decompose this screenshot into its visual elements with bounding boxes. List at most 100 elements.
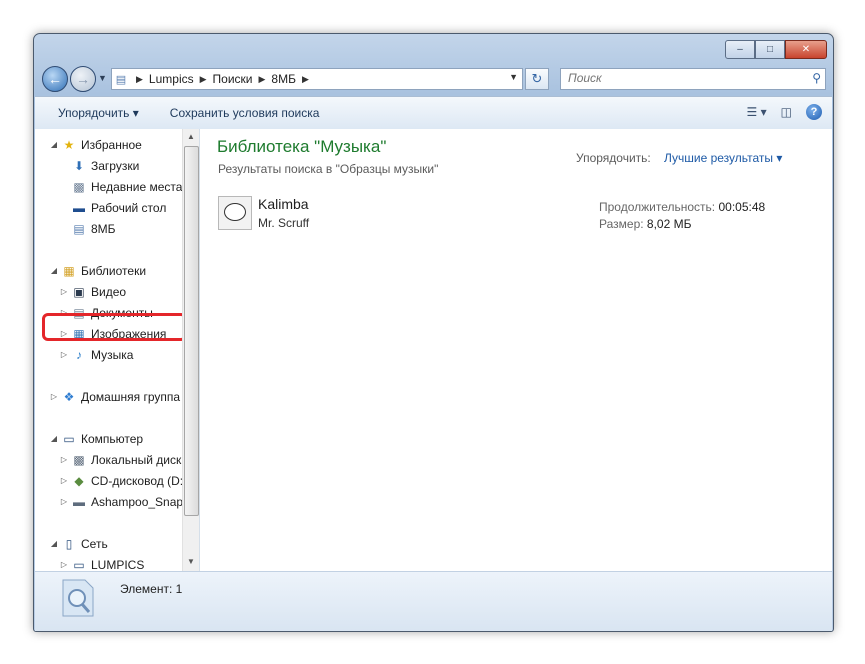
sidebar-item-8mb[interactable]: ▤ 8МБ [59,218,199,239]
sidebar-label: Библиотеки [81,263,147,278]
sidebar-label: LUMPICS [91,557,145,572]
maximize-button[interactable]: □ [755,40,785,59]
desktop-icon: ▬ [73,200,85,215]
expand-arrow-icon[interactable]: ▷ [59,497,69,506]
sidebar-item-recent[interactable]: ▩ Недавние места [59,176,199,197]
breadcrumb-separator-icon[interactable]: ▶ [302,74,309,85]
sidebar-item-homegroup[interactable]: ▷ ❖ Домашняя группа [49,386,197,407]
network-drive-icon: ▬ [73,494,85,509]
preview-pane-icon[interactable]: ◫ [781,105,792,119]
size-label: Размер: [599,217,644,231]
size-row: Размер: 8,02 МБ [599,217,691,231]
sidebar-label: Избранное [81,137,142,152]
address-history-dropdown-icon[interactable]: ▼ [509,72,518,82]
sidebar-label: Музыка [91,347,134,362]
sidebar-item-music[interactable]: ▷ ♪ Музыка [59,344,199,365]
breadcrumb-8mb[interactable]: 8МБ [271,72,296,86]
sidebar-label: CD-дисковод (D: [91,473,184,488]
collapse-arrow-icon[interactable]: ◢ [49,266,59,275]
sidebar-item-cd-drive[interactable]: ▷ ◆ CD-дисковод (D: [59,470,199,491]
chevron-down-icon: ▾ [776,151,783,165]
recent-pages-dropdown[interactable]: ▼ [98,73,107,83]
close-button[interactable]: ✕ [785,40,827,59]
sidebar-item-favorites[interactable]: ◢ ★ Избранное [49,134,197,155]
collapse-arrow-icon[interactable]: ◢ [49,434,59,443]
network-icon: ▯ [65,536,73,551]
scroll-up-icon[interactable]: ▲ [187,132,195,141]
sidebar-item-libraries[interactable]: ◢ ▦ Библиотеки [49,260,197,281]
change-view-icon[interactable]: ☰ ▾ [747,105,767,119]
collapse-arrow-icon[interactable]: ◢ [49,539,59,548]
breadcrumb-searches[interactable]: Поиски [213,72,253,86]
navigation-scrollbar[interactable]: ▲ ▼ [182,129,199,571]
breadcrumb-separator-icon[interactable]: ▶ [259,74,266,85]
expand-arrow-icon[interactable]: ▷ [59,287,69,296]
content-pane: Библиотека "Музыка" Результаты поиска в … [200,129,832,571]
sidebar-label: Загрузки [91,158,140,173]
recent-places-icon: ▩ [73,179,85,194]
organize-button[interactable]: Упорядочить ▾ [35,106,154,120]
address-bar[interactable]: ▤ ▶ Lumpics ▶ Поиски ▶ 8МБ ▶ ▼ [111,68,523,90]
music-note-icon: ♪ [76,347,82,362]
library-title: Библиотека "Музыка" [217,137,387,156]
help-icon[interactable]: ? [806,104,822,120]
size-value: 8,02 МБ [646,217,692,231]
homegroup-icon: ❖ [63,389,75,404]
breadcrumb-separator-icon[interactable]: ▶ [136,74,143,85]
saved-search-icon: ▤ [73,221,85,236]
save-search-button[interactable]: Сохранить условия поиска [154,106,335,120]
sidebar-item-video[interactable]: ▷ ▣ Видео [59,281,199,302]
saved-search-icon: ▤ [115,73,127,86]
sidebar-label: Сеть [81,536,108,551]
video-icon: ▣ [73,284,85,299]
refresh-button[interactable]: ↻ [525,68,549,90]
duration-row: Продолжительность: 00:05:48 [599,200,765,214]
scroll-thumb[interactable] [184,146,199,516]
sidebar-label: Недавние места [91,179,183,194]
album-art-icon [218,196,252,230]
search-icon[interactable]: ⚲ [812,71,821,85]
highlight-ring [42,313,187,341]
disc-icon [224,203,246,221]
minimize-button[interactable]: – [725,40,755,59]
search-input[interactable] [561,69,788,87]
command-bar: Упорядочить ▾ Сохранить условия поиска ☰… [35,96,832,130]
sidebar-item-lumpics[interactable]: ▷ ▭ LUMPICS [59,554,199,572]
sort-dropdown[interactable]: Лучшие результаты ▾ [664,151,782,165]
sidebar-label: Локальный диск [91,452,182,467]
breadcrumb-separator-icon[interactable]: ▶ [200,74,207,85]
breadcrumb-lumpics[interactable]: Lumpics [149,72,194,86]
expand-arrow-icon[interactable]: ▷ [59,455,69,464]
file-item[interactable]: Kalimba Mr. Scruff Продолжительность: 00… [218,195,818,235]
duration-value: 00:05:48 [718,200,766,214]
collapse-arrow-icon[interactable]: ◢ [49,140,59,149]
sidebar-item-computer[interactable]: ◢ ▭ Компьютер [49,428,197,449]
duration-label: Продолжительность: [599,200,716,214]
navigation-pane: ◢ ★ Избранное ⬇ Загрузки ▩ Недавние мест… [35,129,199,571]
sidebar-item-downloads[interactable]: ⬇ Загрузки [59,155,199,176]
sidebar-item-local-disk[interactable]: ▷ ▩ Локальный диск [59,449,199,470]
sort-label: Упорядочить: [576,151,651,165]
sidebar-item-desktop[interactable]: ▬ Рабочий стол [59,197,199,218]
item-count: Элемент: 1 [120,582,183,596]
sidebar-item-network[interactable]: ◢ ▯ Сеть [49,533,197,554]
expand-arrow-icon[interactable]: ▷ [59,560,69,569]
view-controls: ☰ ▾ ◫ ? [747,104,822,120]
file-artist: Mr. Scruff [258,216,310,230]
back-button[interactable]: ← [42,66,68,92]
sidebar-label: Домашняя группа [81,389,181,404]
expand-arrow-icon[interactable]: ▷ [59,476,69,485]
sidebar-label: Видео [91,284,127,299]
sidebar-label: Рабочий стол [91,200,167,215]
expand-arrow-icon[interactable]: ▷ [49,392,59,401]
scroll-down-icon[interactable]: ▼ [187,557,195,566]
libraries-icon: ▦ [63,263,75,278]
computer-icon: ▭ [73,557,85,572]
sidebar-item-ashampoo[interactable]: ▷ ▬ Ashampoo_Snap [59,491,199,512]
saved-search-large-icon [62,579,94,617]
chevron-down-icon: ▾ [132,106,139,120]
expand-arrow-icon[interactable]: ▷ [59,350,69,359]
back-arrow-icon: ← [48,71,62,87]
forward-button[interactable]: → [70,66,96,92]
search-box[interactable]: ⚲ [560,68,826,90]
